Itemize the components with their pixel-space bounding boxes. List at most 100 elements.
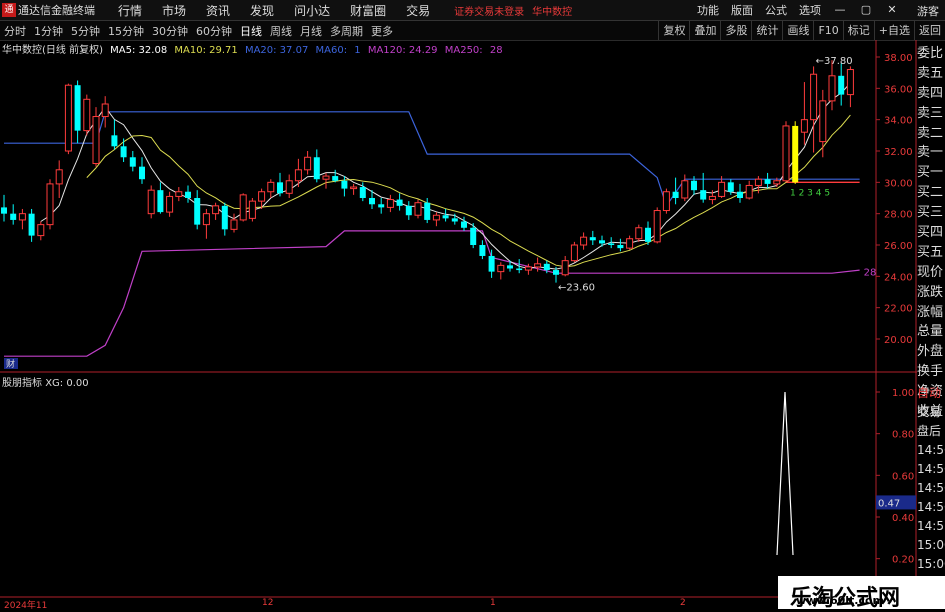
menu-market[interactable]: 市场 xyxy=(152,2,196,19)
candle-body xyxy=(1,207,7,214)
mark-button[interactable]: 标记 xyxy=(842,21,874,40)
date-label: 2 xyxy=(680,598,686,608)
candle-body xyxy=(369,198,375,205)
candle-body xyxy=(516,268,523,271)
side-time: 14:56 xyxy=(917,443,945,457)
ma60-value: 1 xyxy=(354,45,361,56)
candle-body xyxy=(645,227,651,242)
ma20-value: MA20: 37.07 xyxy=(244,45,309,56)
ma250-end-label: 28 xyxy=(864,268,877,279)
side-time: 14:57 xyxy=(917,519,945,533)
period-daily[interactable]: 日线 xyxy=(236,23,266,39)
statistics-button[interactable]: 统计 xyxy=(751,21,782,40)
guest-label[interactable]: 游客 xyxy=(917,3,939,19)
side-time: 15:00 xyxy=(917,538,945,552)
period-monthly[interactable]: 月线 xyxy=(296,23,326,39)
side-label: 买五 xyxy=(917,244,944,260)
candle-body xyxy=(470,227,477,245)
side-time: 15:00 xyxy=(917,557,945,571)
back-button[interactable]: 返回 xyxy=(914,21,945,40)
candle-body xyxy=(773,180,781,185)
ma5-line xyxy=(40,82,851,270)
candle-body xyxy=(662,191,670,212)
login-notice[interactable]: 证券交易未登录 xyxy=(454,3,524,18)
candle-body xyxy=(461,221,467,228)
candle-body xyxy=(432,214,440,221)
candle-body xyxy=(691,180,697,191)
candle-body xyxy=(18,213,26,221)
restore-rights-button[interactable]: 复权 xyxy=(658,21,689,40)
stock-period-label: 华中数控(日线 前复权) xyxy=(2,45,103,56)
watermark-url: www.60lt.com xyxy=(796,594,885,607)
app-logo: 通 通达信金融终端 xyxy=(0,2,108,18)
menu-formula[interactable]: 公式 xyxy=(759,2,793,18)
candle-body xyxy=(672,191,679,198)
period-1min[interactable]: 1分钟 xyxy=(30,23,67,39)
add-watchlist-button[interactable]: +自选 xyxy=(873,21,914,40)
candle-body xyxy=(764,179,771,184)
draw-line-button[interactable]: 画线 xyxy=(782,21,813,40)
high-price-label: ←37.80 xyxy=(816,56,853,67)
period-tick[interactable]: 分时 xyxy=(0,23,30,39)
period-multi[interactable]: 多周期 xyxy=(326,23,367,39)
menu-news[interactable]: 资讯 xyxy=(196,2,240,19)
side-label-auto[interactable]: 自动 xyxy=(917,384,945,403)
multi-stock-button[interactable]: 多股 xyxy=(720,21,751,40)
app-title: 通达信金融终端 xyxy=(18,4,95,17)
candle-body xyxy=(212,205,220,215)
side-time: 14:56 xyxy=(917,462,945,476)
period-more[interactable]: 更多 xyxy=(367,23,397,39)
period-5min[interactable]: 5分钟 xyxy=(67,23,104,39)
period-30min[interactable]: 30分钟 xyxy=(148,23,192,39)
indicator-tick-label: 1.00 xyxy=(892,388,914,399)
menu-quote[interactable]: 行情 xyxy=(108,2,152,19)
candle-body xyxy=(800,119,808,133)
ma10-value: MA10: 29.71 xyxy=(174,45,238,56)
candle-body xyxy=(810,73,818,121)
candle-body xyxy=(635,227,643,240)
candle-body xyxy=(341,180,348,189)
indicator-name[interactable]: 股朋指标 xyxy=(2,378,42,389)
indicator-tick-label: 0.40 xyxy=(892,513,914,524)
candle-body xyxy=(55,169,63,185)
candle-body xyxy=(378,204,385,208)
candle-body xyxy=(111,135,118,147)
candle-body xyxy=(258,191,266,202)
menu-trade[interactable]: 交易 xyxy=(396,2,440,19)
side-label: 卖一 xyxy=(917,145,944,161)
menu-options[interactable]: 选项 xyxy=(793,2,827,18)
candle-body xyxy=(708,195,716,201)
menu-bar: 通 通达信金融终端 行情 市场 资讯 发现 问小达 财富圈 交易 证券交易未登录… xyxy=(0,0,945,21)
menu-ask[interactable]: 问小达 xyxy=(284,2,340,19)
side-time: 14:56 xyxy=(917,500,945,514)
menu-discover[interactable]: 发现 xyxy=(240,2,284,19)
f10-button[interactable]: F10 xyxy=(813,21,842,40)
minimize-icon[interactable]: — xyxy=(827,3,853,17)
date-label: 1 xyxy=(490,598,496,608)
side-label: 总量 xyxy=(917,324,944,340)
candle-body xyxy=(617,245,624,249)
candle-body xyxy=(414,202,422,216)
candle-body xyxy=(157,190,164,213)
maximize-icon[interactable]: ▢ xyxy=(853,3,879,17)
period-60min[interactable]: 60分钟 xyxy=(192,23,236,39)
candle-body xyxy=(681,180,689,199)
price-tick-label: 22.00 xyxy=(884,304,913,315)
period-15min[interactable]: 15分钟 xyxy=(104,23,148,39)
close-icon[interactable]: ✕ xyxy=(879,3,905,17)
menu-function[interactable]: 功能 xyxy=(691,2,725,18)
ma120-value: MA120: 24.29 xyxy=(367,45,438,56)
candle-body xyxy=(599,240,605,244)
candle-body xyxy=(553,270,559,275)
menu-wealth[interactable]: 财富圈 xyxy=(340,2,396,19)
candle-body xyxy=(83,98,91,132)
candle-body xyxy=(175,191,183,197)
period-weekly[interactable]: 周线 xyxy=(266,23,296,39)
candle-body xyxy=(332,176,339,181)
kline-chart[interactable]: 38.00 36.00 34.00 32.00 30.00 28.00 26.00 24.00… xyxy=(0,40,917,609)
overlay-button[interactable]: 叠加 xyxy=(689,21,720,40)
price-tick-label: 30.00 xyxy=(884,178,913,189)
menu-layout[interactable]: 版面 xyxy=(725,2,759,18)
indicator-tick-label: 0.60 xyxy=(892,471,914,482)
ma60-label: MA60: xyxy=(315,45,348,56)
